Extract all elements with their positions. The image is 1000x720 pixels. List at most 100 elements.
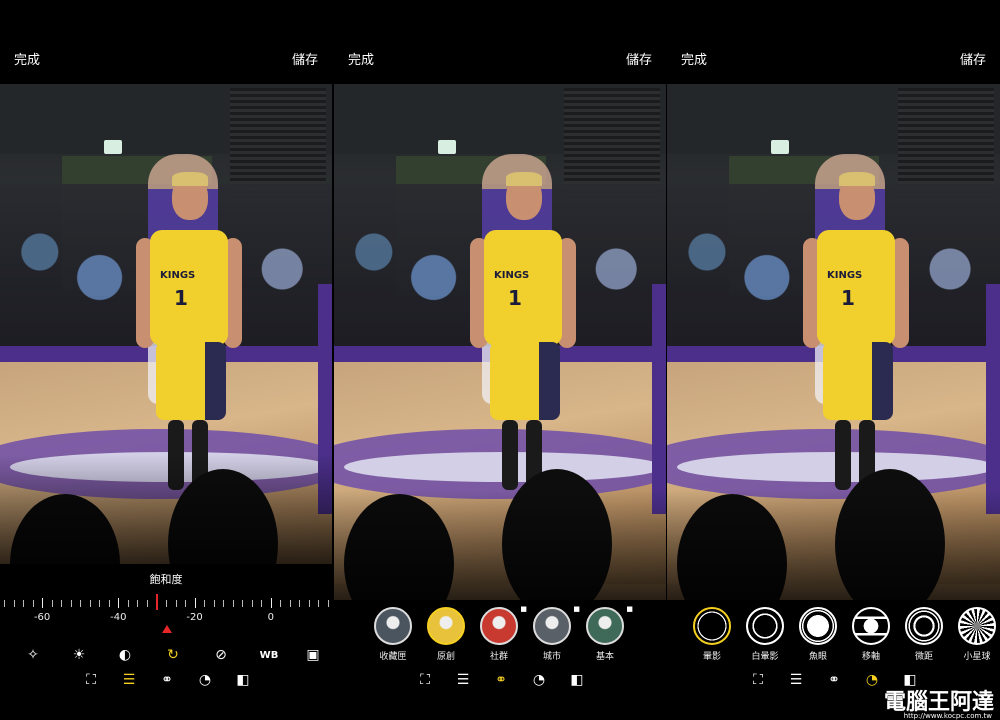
photo-preview[interactable]: KINGS 1 — [0, 84, 332, 564]
slider-tick — [137, 600, 139, 607]
adjust-sliders-icon[interactable]: ☰ — [118, 669, 140, 691]
player-leg — [502, 420, 518, 490]
lens-effect[interactable]: 暈影 — [690, 607, 734, 662]
lens-effect-icon[interactable]: ◔ — [861, 669, 883, 691]
adjust-sliders-icon[interactable]: ☰ — [785, 669, 807, 691]
watermark-url: http://www.kocpc.com.tw — [903, 712, 992, 720]
filters-icon[interactable]: ⚭ — [156, 669, 178, 691]
magic-wand-icon[interactable]: ✧ — [23, 645, 43, 665]
player-shorts — [156, 342, 226, 420]
tone-icon[interactable]: ⊘ — [211, 645, 231, 665]
effect-label: 小星球 — [963, 652, 991, 662]
saturation-icon[interactable]: ↻ — [163, 645, 183, 665]
slider-default-marker — [162, 625, 172, 633]
slider-tick — [175, 600, 177, 607]
slider-tick — [23, 600, 25, 607]
effect-icon — [693, 607, 731, 645]
slider-tick — [223, 600, 225, 607]
edge-player — [652, 284, 666, 514]
player-shorts — [823, 342, 893, 420]
slider-scale-label: -60 — [33, 612, 51, 623]
lens-effect-icon[interactable]: ◔ — [194, 669, 216, 691]
player-jersey: KINGS 1 — [150, 230, 228, 346]
save-button[interactable]: 儲存 — [292, 49, 318, 68]
filters-icon[interactable]: ⚭ — [823, 669, 845, 691]
bottom-shade — [667, 490, 1000, 600]
done-button[interactable]: 完成 — [348, 49, 374, 68]
crop-icon[interactable]: ⛶ — [747, 669, 769, 691]
done-button[interactable]: 完成 — [14, 49, 40, 68]
lock-icon: ■ — [626, 605, 633, 613]
slider-tick — [328, 600, 329, 607]
lens-effect[interactable]: 微距 — [902, 607, 946, 662]
brightness-icon[interactable]: ☀ — [69, 645, 89, 665]
adjust-sliders-icon[interactable]: ☰ — [452, 669, 474, 691]
lens-effect[interactable]: 白暈影 — [743, 607, 787, 662]
slider-tick — [270, 598, 272, 608]
effect-icon — [746, 607, 784, 645]
compare-icon[interactable]: ◧ — [566, 669, 588, 691]
bottom-shade — [0, 454, 332, 564]
done-button[interactable]: 完成 — [681, 49, 707, 68]
arena-shutter — [230, 88, 326, 198]
adjust-label: 飽和度 — [149, 573, 183, 586]
lens-effect-icon[interactable]: ◔ — [528, 669, 550, 691]
filters-icon[interactable]: ⚭ — [490, 669, 512, 691]
bottom-shade — [334, 490, 666, 600]
arena-shutter — [898, 88, 994, 198]
slider-tick — [42, 598, 44, 608]
slider-tick — [251, 600, 253, 607]
compare-icon[interactable]: ◧ — [232, 669, 254, 691]
save-button[interactable]: 儲存 — [960, 49, 986, 68]
contrast-icon[interactable]: ◐ — [115, 645, 135, 665]
photo-preview[interactable]: KINGS 1 — [667, 84, 1000, 600]
filter-preset[interactable]: ■ 社群 — [477, 605, 527, 662]
jersey-text: KINGS — [160, 270, 196, 281]
preset-thumbnail — [480, 607, 518, 645]
effect-icon — [799, 607, 837, 645]
exit-sign — [438, 140, 456, 154]
preset-label: 城市 — [542, 652, 561, 662]
slider-tick — [232, 600, 234, 607]
white-balance-icon[interactable]: WB — [257, 645, 281, 665]
preset-thumbnail — [427, 607, 465, 645]
player-hair — [172, 172, 208, 186]
jersey-number: 1 — [841, 286, 855, 310]
player: KINGS 1 — [470, 172, 576, 490]
vignette-box-icon[interactable]: ▣ — [303, 645, 323, 665]
lock-icon: ■ — [520, 605, 527, 613]
jersey-number: 1 — [174, 286, 188, 310]
slider-tick — [318, 600, 320, 607]
preset-thumbnail — [374, 607, 412, 645]
filter-preset[interactable]: 收藏匣 — [371, 607, 415, 662]
photo-preview[interactable]: KINGS 1 — [334, 84, 666, 600]
effect-icon — [852, 607, 890, 645]
filter-preset[interactable]: ■ 基本 — [583, 605, 633, 662]
lens-effect[interactable]: 移軸 — [849, 607, 893, 662]
saturation-slider[interactable]: -60 -40 -20 0 — [4, 594, 329, 624]
effect-label: 微距 — [914, 652, 933, 662]
filter-preset[interactable]: ■ 城市 — [530, 605, 580, 662]
slider-tick — [166, 600, 167, 607]
slider-indicator[interactable] — [156, 594, 159, 610]
effect-label: 魚眼 — [808, 652, 827, 662]
filter-preset[interactable]: 原創 — [424, 607, 468, 662]
crop-icon[interactable]: ⛶ — [414, 669, 436, 691]
save-button[interactable]: 儲存 — [626, 49, 652, 68]
adjust-tool-row: ✧ ☀ ◐ ↻ ⊘ WB ▣ — [0, 645, 332, 665]
filter-preset-row: 收藏匣 原創 ■ 社群 ■ 城市 ■ 基本 — [334, 605, 666, 663]
jersey-number: 1 — [508, 286, 522, 310]
slider-tick — [32, 600, 34, 607]
slider-scale-label: 0 — [267, 612, 274, 623]
effect-label: 白暈影 — [751, 652, 779, 662]
crop-icon[interactable]: ⛶ — [80, 669, 102, 691]
player-shorts — [490, 342, 560, 420]
slider-tick — [213, 600, 215, 607]
slider-tick — [289, 600, 291, 607]
player-jersey: KINGS 1 — [484, 230, 562, 346]
slider-tick — [13, 600, 15, 607]
slider-scale-label: -20 — [186, 612, 203, 623]
player-hair — [839, 172, 875, 186]
lens-effect[interactable]: 魚眼 — [796, 607, 840, 662]
lens-effect[interactable]: 小星球 — [955, 607, 999, 662]
